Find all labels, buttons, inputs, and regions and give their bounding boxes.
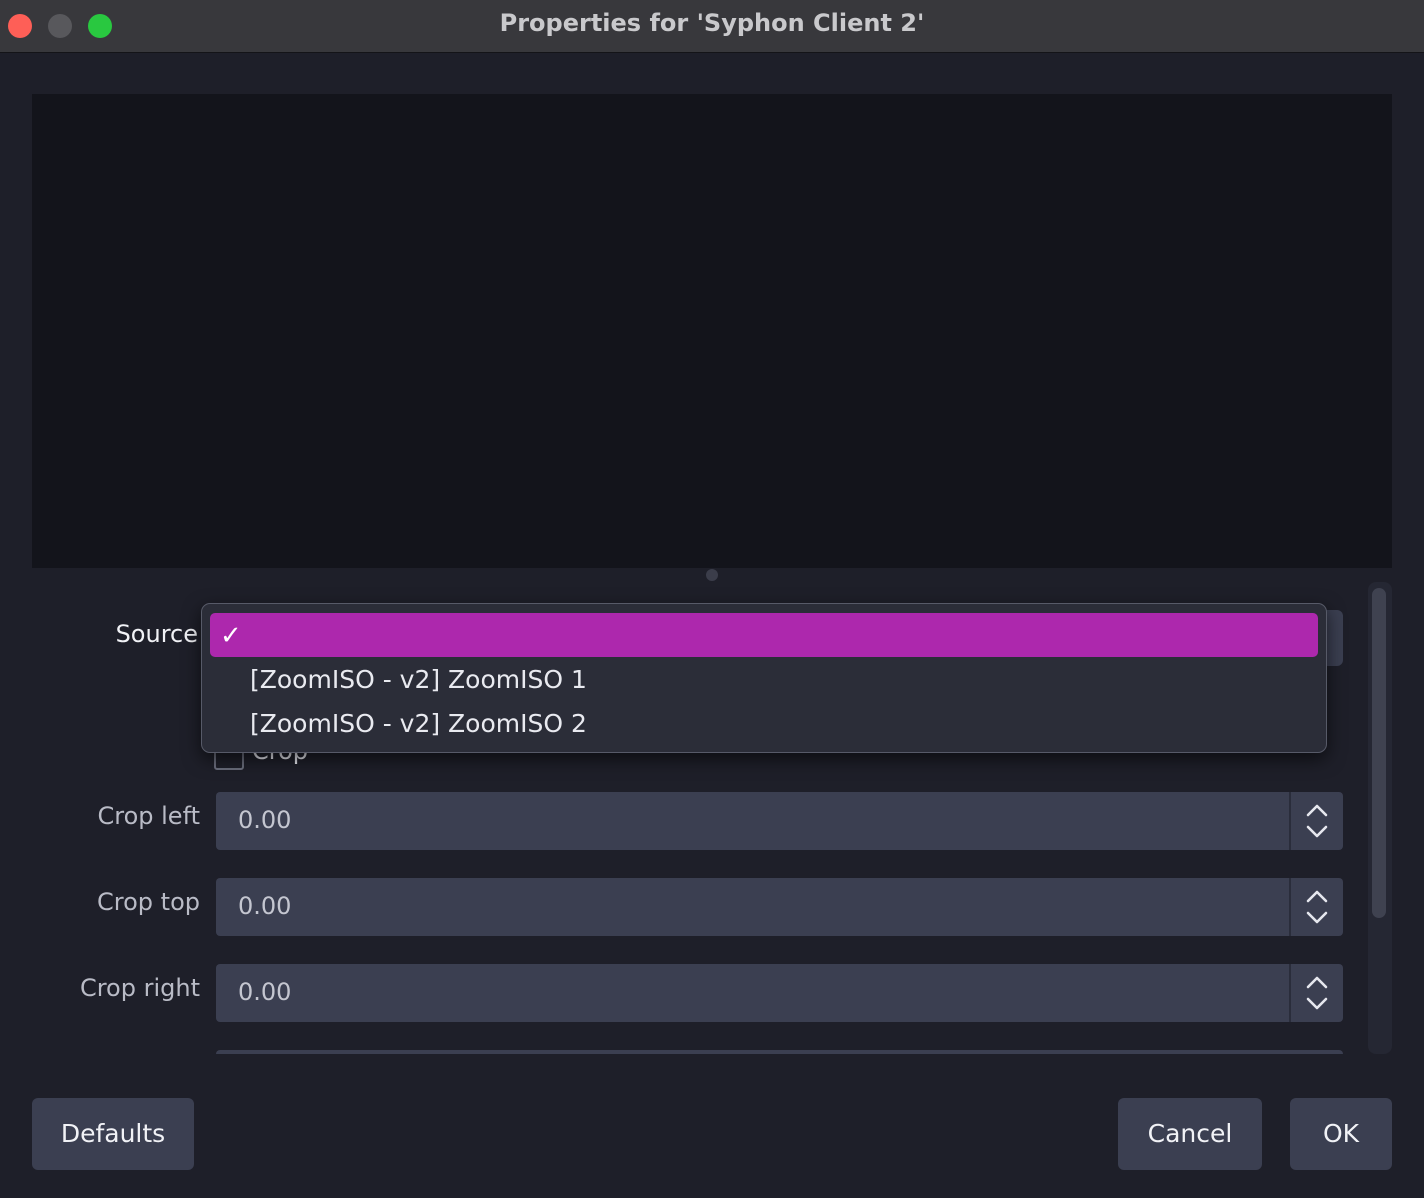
crop-top-value[interactable]: 0.00 [238, 892, 291, 920]
chevron-down-icon[interactable] [1305, 994, 1329, 1014]
ok-button[interactable]: OK [1290, 1098, 1392, 1170]
crop-right-stepper[interactable] [1289, 964, 1343, 1022]
splitter-handle[interactable] [706, 569, 718, 581]
chevron-up-icon[interactable] [1305, 972, 1329, 992]
dropdown-option-empty[interactable]: ✓ [210, 613, 1318, 657]
title-bar: Properties for 'Syphon Client 2' [0, 0, 1424, 53]
source-dropdown-list[interactable]: ✓ [ZoomISO - v2] ZoomISO 1 [ZoomISO - v2… [201, 603, 1327, 753]
crop-right-value[interactable]: 0.00 [238, 978, 291, 1006]
crop-left-spinbox[interactable]: 0.00 [216, 792, 1343, 850]
properties-scrollbar[interactable] [1368, 582, 1392, 1054]
crop-right-label: Crop right [79, 974, 200, 1002]
crop-bottom-spinbox[interactable] [216, 1050, 1343, 1054]
checkmark-icon: ✓ [220, 621, 242, 651]
dropdown-option-zoomiso-1[interactable]: [ZoomISO - v2] ZoomISO 1 [210, 657, 1318, 701]
dropdown-option-zoomiso-2[interactable]: [ZoomISO - v2] ZoomISO 2 [210, 701, 1318, 745]
window-title: Properties for 'Syphon Client 2' [499, 9, 925, 37]
source-preview [32, 94, 1392, 568]
crop-left-stepper[interactable] [1289, 792, 1343, 850]
source-label: Source [115, 620, 198, 648]
defaults-button[interactable]: Defaults [32, 1098, 194, 1170]
crop-right-spinbox[interactable]: 0.00 [216, 964, 1343, 1022]
chevron-down-icon[interactable] [1305, 908, 1329, 928]
chevron-up-icon[interactable] [1305, 800, 1329, 820]
scrollbar-thumb[interactable] [1372, 588, 1386, 918]
cancel-button[interactable]: Cancel [1118, 1098, 1262, 1170]
dropdown-option-label: [ZoomISO - v2] ZoomISO 2 [250, 709, 587, 738]
crop-left-label: Crop left [97, 802, 200, 830]
chevron-up-icon[interactable] [1305, 886, 1329, 906]
dropdown-option-label: [ZoomISO - v2] ZoomISO 1 [250, 665, 587, 694]
crop-top-label: Crop top [97, 888, 200, 916]
crop-top-stepper[interactable] [1289, 878, 1343, 936]
crop-top-spinbox[interactable]: 0.00 [216, 878, 1343, 936]
crop-left-value[interactable]: 0.00 [238, 806, 291, 834]
chevron-down-icon[interactable] [1305, 822, 1329, 842]
